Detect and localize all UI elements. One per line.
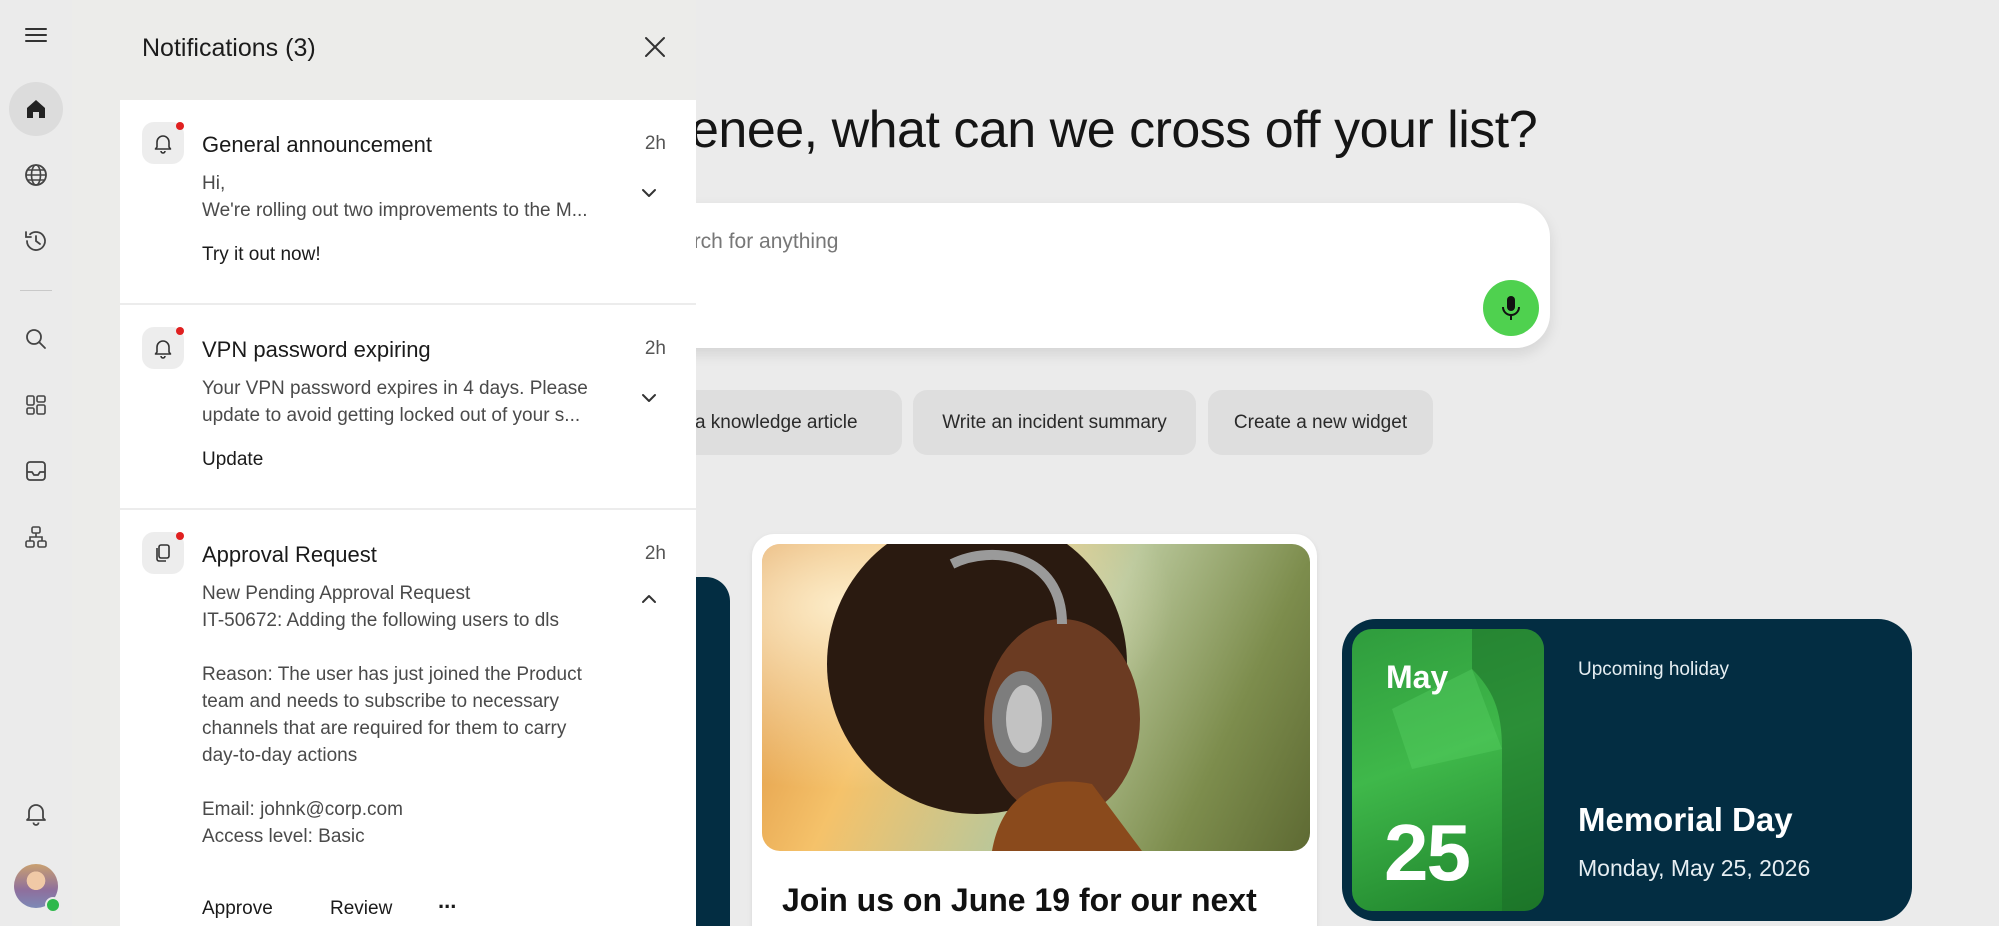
calendar-day: 25 xyxy=(1384,808,1471,897)
update-button[interactable]: Update xyxy=(202,449,263,471)
notification-time: 2h xyxy=(644,133,666,154)
notification-body-line: update to avoid getting locked out of yo… xyxy=(202,405,581,426)
notification-time: 2h xyxy=(644,543,666,564)
notification-body-line: Access level: Basic xyxy=(202,826,365,847)
history-icon xyxy=(25,231,46,251)
unread-indicator xyxy=(176,327,184,335)
suggestion-chip-incident-summary[interactable]: Write an incident summary xyxy=(913,390,1196,455)
nav-dashboard[interactable] xyxy=(9,378,63,432)
calendar-graphic: May 25 xyxy=(1352,629,1544,911)
suggestion-chip-label: Write an incident summary xyxy=(942,411,1167,433)
notification-body-spacer xyxy=(202,634,642,661)
holiday-name: Memorial Day xyxy=(1578,801,1793,838)
notification-body-spacer xyxy=(202,769,642,796)
notification-body-line: Hi, xyxy=(202,173,226,194)
suggestion-chip-label: t a knowledge article xyxy=(684,411,858,433)
notification-body: Hi, We're rolling out two improvements t… xyxy=(202,170,622,224)
notification-body-line: Reason: The user has just joined the Pro… xyxy=(202,664,582,685)
chevron-up-icon[interactable] xyxy=(638,588,660,610)
review-button[interactable]: Review xyxy=(330,898,392,920)
search-input[interactable] xyxy=(680,223,1384,261)
nav-home[interactable] xyxy=(9,82,63,136)
globe-icon xyxy=(25,164,47,186)
suggestion-chip-label: Create a new widget xyxy=(1233,411,1408,433)
nav-workflow[interactable] xyxy=(9,510,63,564)
home-icon xyxy=(27,100,45,118)
search-box[interactable] xyxy=(640,203,1550,348)
more-options-button[interactable]: ... xyxy=(438,888,456,914)
notification-title: VPN password expiring xyxy=(202,337,431,362)
approve-button[interactable]: Approve xyxy=(202,898,273,920)
menu-button[interactable] xyxy=(9,8,63,62)
dashboard-icon xyxy=(26,395,46,415)
notifications-list: General announcement 2h Hi, We're rollin… xyxy=(120,100,696,926)
document-icon xyxy=(156,544,170,562)
event-photo xyxy=(762,544,1310,851)
notification-body-line: Your VPN password expires in 4 days. Ple… xyxy=(202,378,588,399)
holiday-card[interactable]: May 25 Upcoming holiday Memorial Day Mon… xyxy=(1342,619,1912,921)
inbox-icon xyxy=(26,461,46,481)
unread-indicator xyxy=(176,122,184,130)
nav-search[interactable] xyxy=(9,312,63,366)
chevron-down-icon[interactable] xyxy=(638,387,660,409)
calendar-month: May xyxy=(1386,659,1449,695)
notification-title: Approval Request xyxy=(202,542,377,567)
nav-web[interactable] xyxy=(9,148,63,202)
notification-item[interactable]: Approval Request 2h New Pending Approval… xyxy=(120,510,696,926)
suggestion-chip-new-widget[interactable]: Create a new widget xyxy=(1208,390,1433,455)
notification-body: New Pending Approval Request IT-50672: A… xyxy=(202,580,642,850)
app-frame: enee, what can we cross off your list? t… xyxy=(0,0,1999,926)
holiday-date: Monday, May 25, 2026 xyxy=(1578,855,1811,881)
notification-body-line: day-to-day actions xyxy=(202,745,358,766)
workflow-icon xyxy=(25,526,47,548)
notification-body-line: IT-50672: Adding the following users to … xyxy=(202,610,560,631)
notifications-title: Notifications (3) xyxy=(142,34,316,62)
notification-body-line: Email: johnk@corp.com xyxy=(202,799,403,820)
notification-item[interactable]: VPN password expiring 2h Your VPN passwo… xyxy=(120,305,696,510)
microphone-icon xyxy=(1502,296,1520,320)
page-headline: enee, what can we cross off your list? xyxy=(690,101,1538,159)
try-it-out-button[interactable]: Try it out now! xyxy=(202,244,321,266)
bell-icon xyxy=(154,135,172,154)
notification-body-line: New Pending Approval Request xyxy=(202,583,471,604)
event-card-title: Join us on June 19 for our next xyxy=(782,882,1257,918)
notification-body-line: We're rolling out two improvements to th… xyxy=(202,200,588,221)
microphone-button[interactable] xyxy=(1483,280,1539,336)
holiday-label: Upcoming holiday xyxy=(1578,659,1730,680)
notification-body: Your VPN password expires in 4 days. Ple… xyxy=(202,375,622,429)
notification-title: General announcement xyxy=(202,132,432,157)
event-card[interactable]: Join us on June 19 for our next xyxy=(752,534,1317,926)
notification-body-line: channels that are required for them to c… xyxy=(202,718,567,739)
left-rail xyxy=(0,0,72,926)
online-status-indicator xyxy=(45,897,61,913)
rail-divider xyxy=(20,290,52,291)
notification-body-line: team and needs to subscribe to necessary xyxy=(202,691,559,712)
notification-item[interactable]: General announcement 2h Hi, We're rollin… xyxy=(120,100,696,305)
nav-history[interactable] xyxy=(9,214,63,268)
notifications-panel: Notifications (3) General announcement 2… xyxy=(72,0,696,926)
hamburger-menu-icon xyxy=(25,28,47,42)
notification-time: 2h xyxy=(644,338,666,359)
bell-icon xyxy=(154,340,172,359)
woman-with-headphones-image xyxy=(762,544,1310,851)
chevron-down-icon[interactable] xyxy=(638,182,660,204)
close-icon xyxy=(645,37,665,57)
close-button[interactable] xyxy=(640,32,670,62)
bell-icon xyxy=(26,804,46,826)
search-icon xyxy=(26,329,46,349)
nav-notifications[interactable] xyxy=(9,786,63,840)
nav-inbox[interactable] xyxy=(9,444,63,498)
unread-indicator xyxy=(176,532,184,540)
